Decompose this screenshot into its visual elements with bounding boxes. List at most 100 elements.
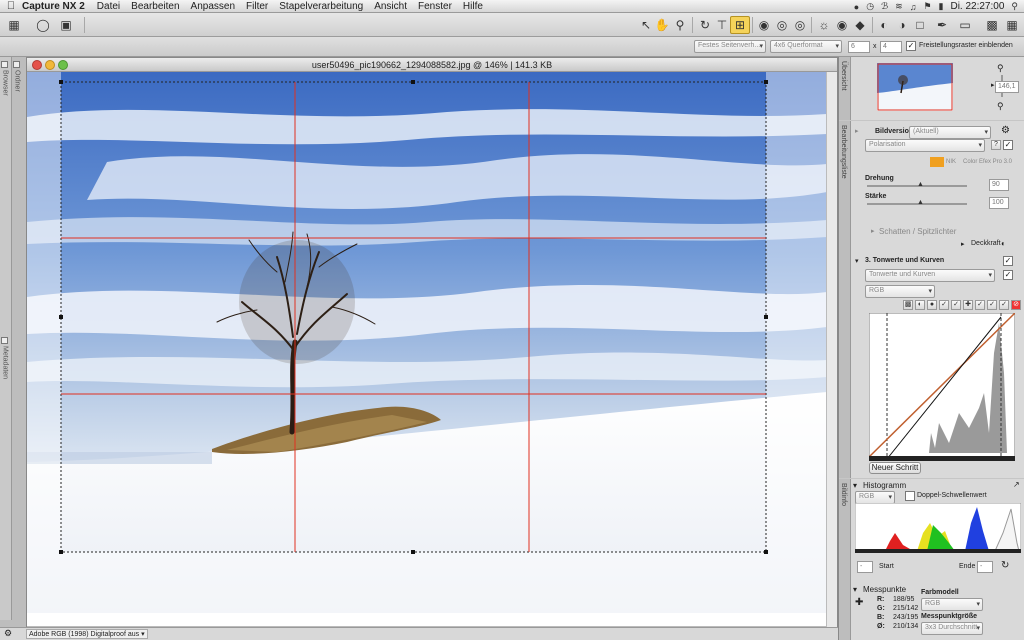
spotlight-icon[interactable]: ⚲ — [1011, 1, 1018, 12]
opacity-icon[interactable]: ◐ — [1001, 239, 1006, 248]
app-menu[interactable]: Capture NX 2 — [22, 1, 85, 12]
color-profile-status[interactable]: Adobe RGB (1998) Digitalproof aus ▾ — [26, 629, 148, 639]
reset-arrow-icon[interactable]: ↻ — [1001, 560, 1009, 571]
selection-control-point-icon[interactable]: ◎ — [790, 16, 810, 34]
drehung-thumb[interactable]: ▲ — [917, 181, 924, 188]
step3-collapse-icon[interactable]: ▾ — [855, 257, 859, 265]
gear-icon[interactable]: ⚙ — [4, 628, 12, 639]
time-machine-icon[interactable]: ◷ — [866, 1, 874, 12]
height-field[interactable]: 4 — [880, 41, 902, 53]
zoom-window-icon[interactable] — [58, 60, 68, 70]
start-field[interactable]: - — [857, 561, 873, 573]
doppel-checkbox[interactable] — [905, 491, 915, 501]
image-canvas[interactable] — [27, 72, 827, 613]
menu-filter[interactable]: Filter — [246, 1, 268, 12]
clock[interactable]: Di. 22:27:00 — [950, 1, 1004, 12]
gear-icon[interactable]: ⚙ — [1001, 125, 1010, 136]
battery-icon[interactable]: ▮ — [939, 1, 944, 12]
overview-thumbnail[interactable] — [877, 63, 953, 111]
anchor-point-icon[interactable]: ✚ — [963, 300, 973, 310]
grid-checkbox[interactable]: ✓ — [906, 41, 916, 51]
tab-bildinfo[interactable]: Bildinfo — [839, 479, 851, 640]
new-step-button[interactable]: Neuer Schritt — [869, 462, 921, 474]
lasso-icon[interactable]: ◑ — [892, 16, 912, 34]
straighten-icon[interactable]: ⊤ — [712, 16, 732, 34]
zoom-in-icon[interactable]: ⚲ — [997, 63, 1004, 74]
gradient-icon[interactable]: ▩ — [982, 16, 1002, 34]
white-eyedropper-icon[interactable]: ✓ — [987, 300, 997, 310]
redeye-icon[interactable]: ◉ — [754, 16, 774, 34]
minimize-window-icon[interactable] — [45, 60, 55, 70]
step3-enable-checkbox[interactable]: ✓ — [1003, 256, 1013, 266]
wifi-icon[interactable]: ≋ — [895, 1, 903, 12]
drehung-field[interactable]: 90 — [989, 179, 1009, 191]
messpunkte-collapse-icon[interactable]: ▾ — [853, 585, 857, 594]
zoom-field[interactable]: 146,1 — [995, 81, 1019, 93]
browser-icon[interactable]: ▣ — [56, 16, 76, 34]
auto-retouch-icon[interactable]: ☼ — [814, 16, 834, 34]
fill-icon[interactable]: ▭ — [955, 16, 975, 34]
sample-point-icon[interactable]: ✚ — [855, 597, 863, 608]
menu-stapelverarbeitung[interactable]: Stapelverarbeitung — [279, 1, 363, 12]
expand-panel-icon[interactable]: ↗ — [1013, 480, 1020, 489]
menu-anpassen[interactable]: Anpassen — [191, 1, 235, 12]
farbmodell-select[interactable]: RGB ▾ — [921, 598, 983, 611]
marquee-icon[interactable]: □ — [910, 16, 930, 34]
tab-metadaten[interactable]: Metadaten — [1, 337, 9, 379]
tab-uebersicht[interactable]: Übersicht — [839, 57, 851, 120]
ende-field[interactable]: - — [977, 561, 993, 573]
histogram-collapse-icon[interactable]: ▾ — [853, 481, 857, 490]
flag-icon[interactable]: ⚑ — [923, 1, 931, 12]
menu-ansicht[interactable]: Ansicht — [374, 1, 407, 12]
channel-select[interactable]: RGB ▾ — [865, 285, 935, 298]
staerke-field[interactable]: 100 — [989, 197, 1009, 209]
menu-hilfe[interactable]: Hilfe — [463, 1, 483, 12]
menu-fenster[interactable]: Fenster — [418, 1, 452, 12]
tab-browser[interactable]: Browser — [1, 61, 9, 96]
apple-menu-icon[interactable]:  — [0, 0, 22, 12]
black-eyedropper-icon[interactable]: ✓ — [939, 300, 949, 310]
gray-eyedropper-icon[interactable]: ✓ — [951, 300, 961, 310]
panel-toggle-icon[interactable]: ▦ — [1002, 16, 1022, 34]
curves-graph[interactable] — [869, 313, 1015, 461]
bluetooth-icon[interactable]: ℬ — [881, 1, 888, 12]
help-icon[interactable]: ? — [991, 140, 1001, 150]
volume-icon[interactable]: ♫ — [910, 2, 917, 12]
hand-icon[interactable]: ✋ — [652, 16, 672, 34]
curve-eyedropper-icon[interactable]: ✓ — [999, 300, 1009, 310]
step-collapse-icon[interactable]: ▸ — [855, 127, 859, 135]
add-point-icon[interactable]: ✓ — [975, 300, 985, 310]
color-control-point-icon[interactable]: ◉ — [832, 16, 852, 34]
format-select[interactable]: 4x6 Querformat ▾ — [770, 40, 842, 53]
step3-select[interactable]: Tonwerte und Kurven ▾ — [865, 269, 995, 282]
crop-overlay[interactable] — [27, 72, 827, 613]
ratio-select[interactable]: Festes Seitenverh... ▾ — [694, 40, 766, 53]
status-app-icon[interactable]: ● — [854, 2, 859, 12]
contrast-icon[interactable]: ◐ — [915, 300, 925, 310]
camera-icon[interactable]: ◯ — [33, 16, 53, 34]
filter-enable-checkbox[interactable]: ✓ — [1003, 140, 1013, 150]
staerke-thumb[interactable]: ▲ — [917, 199, 924, 206]
messpunktgroesse-select[interactable]: 3x3 Durchschnitt ▾ — [921, 622, 983, 635]
document-titlebar[interactable]: user50496_pic190662_1294088582.jpg @ 146… — [27, 58, 837, 72]
crop-icon[interactable]: ⊞ — [730, 16, 750, 34]
menu-datei[interactable]: Datei — [97, 1, 120, 12]
vertical-scrollbar[interactable] — [826, 72, 837, 627]
spot-heal-icon[interactable]: ◎ — [772, 16, 792, 34]
menu-bearbeiten[interactable]: Bearbeiten — [131, 1, 179, 12]
histogram-icon[interactable]: ▩ — [903, 300, 913, 310]
width-field[interactable]: 6 — [848, 41, 870, 53]
brush-icon[interactable]: ✒ — [932, 16, 952, 34]
shadow-section[interactable]: Schatten / Spitzlichter — [879, 227, 956, 236]
step3-apply-checkbox[interactable]: ✓ — [1003, 270, 1013, 280]
black-point-icon[interactable]: ◆ — [850, 16, 870, 34]
close-window-icon[interactable] — [32, 60, 42, 70]
zoom-out-icon[interactable]: ⚲ — [997, 101, 1004, 112]
auto-contrast-icon[interactable]: ● — [927, 300, 937, 310]
bildversion-select[interactable]: (Aktuell) ▾ — [909, 126, 991, 139]
tab-bearbeitungsliste[interactable]: Bearbeitungsliste — [839, 121, 851, 478]
filter-select[interactable]: Polarisation ▾ — [865, 139, 985, 152]
white-point-icon[interactable]: ◐ — [874, 16, 894, 34]
workspace-icon[interactable]: ▦ — [4, 16, 24, 34]
tab-ordner[interactable]: Ordner — [13, 61, 21, 92]
